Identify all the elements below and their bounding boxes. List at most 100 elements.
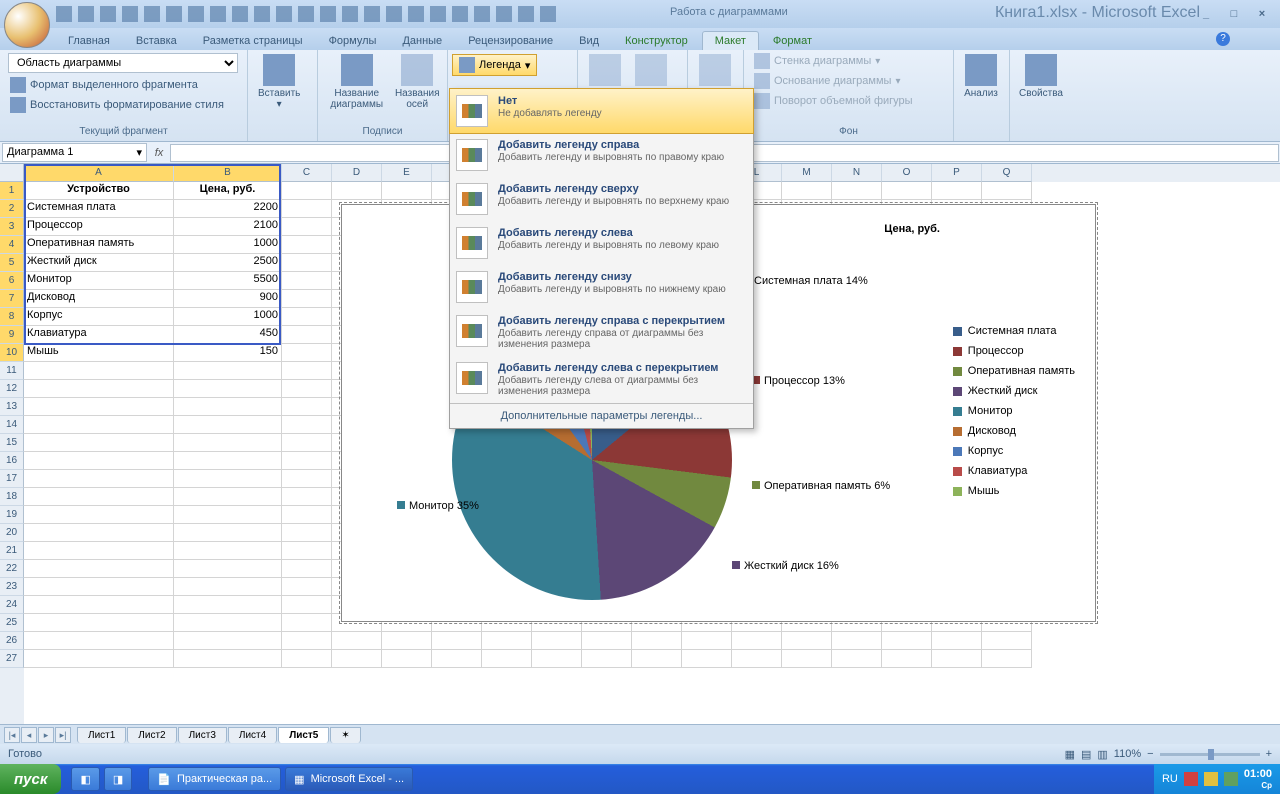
cell[interactable] bbox=[282, 200, 332, 218]
row-header[interactable]: 19 bbox=[0, 506, 24, 524]
qat-undo-icon[interactable] bbox=[78, 6, 94, 22]
legend-button[interactable]: Легенда▾ bbox=[452, 54, 537, 76]
cell[interactable] bbox=[24, 632, 174, 650]
sheet-tab[interactable]: Лист4 bbox=[228, 727, 277, 743]
cell[interactable]: 2500 bbox=[174, 254, 282, 272]
legend-option[interactable]: Добавить легенду слеваДобавить легенду и… bbox=[450, 221, 753, 265]
tray-icon[interactable] bbox=[1224, 772, 1238, 786]
ribbon-tab-Конструктор[interactable]: Конструктор bbox=[613, 32, 700, 50]
cell[interactable]: Мышь bbox=[24, 344, 174, 362]
cell[interactable] bbox=[982, 632, 1032, 650]
cell[interactable] bbox=[282, 380, 332, 398]
cell[interactable] bbox=[24, 524, 174, 542]
legend-item[interactable]: Жесткий диск bbox=[953, 385, 1075, 397]
cell[interactable]: 450 bbox=[174, 326, 282, 344]
zoom-in-button[interactable]: + bbox=[1266, 748, 1272, 760]
minimize-button[interactable]: _ bbox=[1196, 8, 1216, 20]
cell[interactable] bbox=[282, 398, 332, 416]
close-button[interactable]: × bbox=[1252, 8, 1272, 20]
cell[interactable]: 150 bbox=[174, 344, 282, 362]
taskbar-item[interactable]: 📄Практическая ра... bbox=[148, 767, 281, 791]
maximize-button[interactable]: □ bbox=[1224, 8, 1244, 20]
cell[interactable] bbox=[282, 488, 332, 506]
cell[interactable] bbox=[632, 632, 682, 650]
qat-icon[interactable] bbox=[408, 6, 424, 22]
cell[interactable] bbox=[432, 650, 482, 668]
legend-item[interactable]: Корпус bbox=[953, 445, 1075, 457]
qat-icon[interactable] bbox=[518, 6, 534, 22]
sheet-tab[interactable]: Лист1 bbox=[77, 727, 126, 743]
cell[interactable] bbox=[282, 506, 332, 524]
legend-item[interactable]: Системная плата bbox=[953, 325, 1075, 337]
row-header[interactable]: 25 bbox=[0, 614, 24, 632]
tray-icon[interactable] bbox=[1184, 772, 1198, 786]
cell[interactable] bbox=[24, 470, 174, 488]
cell[interactable] bbox=[982, 650, 1032, 668]
cell[interactable] bbox=[282, 650, 332, 668]
cell[interactable] bbox=[174, 362, 282, 380]
zoom-level[interactable]: 110% bbox=[1114, 748, 1141, 760]
qat-icon[interactable] bbox=[188, 6, 204, 22]
cell[interactable]: Монитор bbox=[24, 272, 174, 290]
quick-launch-item[interactable]: ◨ bbox=[104, 767, 132, 791]
cell[interactable] bbox=[24, 560, 174, 578]
qat-icon[interactable] bbox=[166, 6, 182, 22]
zoom-slider[interactable] bbox=[1160, 753, 1260, 756]
row-header[interactable]: 9 bbox=[0, 326, 24, 344]
quick-launch-item[interactable]: ◧ bbox=[71, 767, 99, 791]
cell[interactable] bbox=[282, 434, 332, 452]
cell[interactable] bbox=[24, 542, 174, 560]
cell[interactable] bbox=[282, 578, 332, 596]
cell[interactable] bbox=[174, 524, 282, 542]
legend-item[interactable]: Дисковод bbox=[953, 425, 1075, 437]
cell[interactable] bbox=[332, 632, 382, 650]
reset-style-button[interactable]: Восстановить форматирование стиля bbox=[6, 96, 241, 114]
start-button[interactable]: пуск bbox=[0, 764, 61, 794]
sheet-nav-last[interactable]: ▸| bbox=[55, 727, 71, 743]
qat-icon[interactable] bbox=[320, 6, 336, 22]
legend-more-options[interactable]: Дополнительные параметры легенды... bbox=[450, 403, 753, 428]
qat-icon[interactable] bbox=[364, 6, 380, 22]
sheet-tab[interactable]: Лист5 bbox=[278, 727, 329, 743]
cell[interactable]: 2200 bbox=[174, 200, 282, 218]
cell[interactable] bbox=[882, 182, 932, 200]
cell[interactable] bbox=[932, 650, 982, 668]
row-header[interactable]: 26 bbox=[0, 632, 24, 650]
qat-icon[interactable] bbox=[122, 6, 138, 22]
row-header[interactable]: 13 bbox=[0, 398, 24, 416]
cell[interactable] bbox=[24, 650, 174, 668]
cell[interactable] bbox=[24, 362, 174, 380]
cell[interactable] bbox=[632, 650, 682, 668]
cell[interactable] bbox=[282, 254, 332, 272]
cell[interactable] bbox=[332, 182, 382, 200]
cell[interactable] bbox=[24, 578, 174, 596]
cell[interactable] bbox=[482, 650, 532, 668]
row-header[interactable]: 12 bbox=[0, 380, 24, 398]
cell[interactable] bbox=[982, 182, 1032, 200]
cell[interactable] bbox=[482, 632, 532, 650]
cell[interactable] bbox=[174, 632, 282, 650]
cell[interactable] bbox=[282, 416, 332, 434]
ribbon-tab-Данные[interactable]: Данные bbox=[390, 32, 454, 50]
col-header[interactable]: M bbox=[782, 164, 832, 182]
qat-icon[interactable] bbox=[254, 6, 270, 22]
cell[interactable] bbox=[24, 380, 174, 398]
cell[interactable] bbox=[832, 632, 882, 650]
qat-icon[interactable] bbox=[452, 6, 468, 22]
cell[interactable] bbox=[782, 182, 832, 200]
row-header[interactable]: 11 bbox=[0, 362, 24, 380]
row-header[interactable]: 3 bbox=[0, 218, 24, 236]
ribbon-tab-Вставка[interactable]: Вставка bbox=[124, 32, 189, 50]
cell[interactable]: Жесткий диск bbox=[24, 254, 174, 272]
qat-icon[interactable] bbox=[342, 6, 358, 22]
cell[interactable] bbox=[782, 650, 832, 668]
ribbon-tab-Разметка страницы[interactable]: Разметка страницы bbox=[191, 32, 315, 50]
cell[interactable] bbox=[882, 650, 932, 668]
row-header[interactable]: 6 bbox=[0, 272, 24, 290]
cell[interactable] bbox=[282, 290, 332, 308]
col-header[interactable]: P bbox=[932, 164, 982, 182]
cell[interactable] bbox=[24, 488, 174, 506]
cell[interactable]: 5500 bbox=[174, 272, 282, 290]
legend-item[interactable]: Мышь bbox=[953, 485, 1075, 497]
cell[interactable] bbox=[682, 650, 732, 668]
